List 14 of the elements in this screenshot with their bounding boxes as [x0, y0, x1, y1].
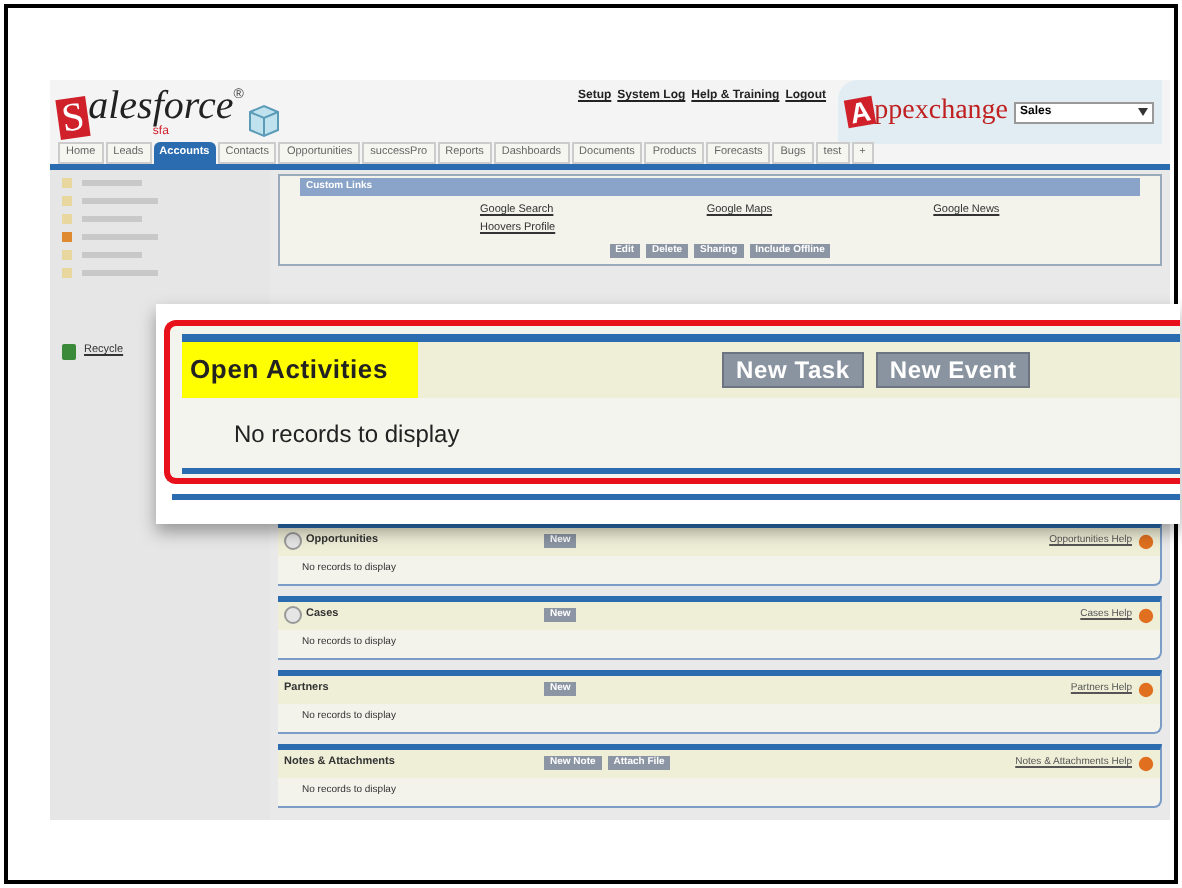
trash-bin-icon	[62, 342, 76, 360]
appexchange-logo-text: ppexchange	[874, 98, 1008, 126]
empty-message: No records to display	[234, 417, 460, 451]
action-button[interactable]: New Event	[875, 352, 1031, 388]
action-button[interactable]: New Task	[722, 352, 864, 388]
dropdown-caret-icon	[1138, 108, 1148, 116]
circle-icon	[284, 532, 302, 550]
blurred-sidebar-drawing	[62, 178, 158, 278]
section-title: Open Activities	[182, 342, 418, 398]
logo-initial: S	[55, 96, 91, 140]
circle-icon	[284, 606, 302, 624]
appexchange-initial: A	[843, 95, 877, 129]
cube-icon	[243, 102, 284, 138]
logo-text: alesforce	[88, 86, 234, 126]
